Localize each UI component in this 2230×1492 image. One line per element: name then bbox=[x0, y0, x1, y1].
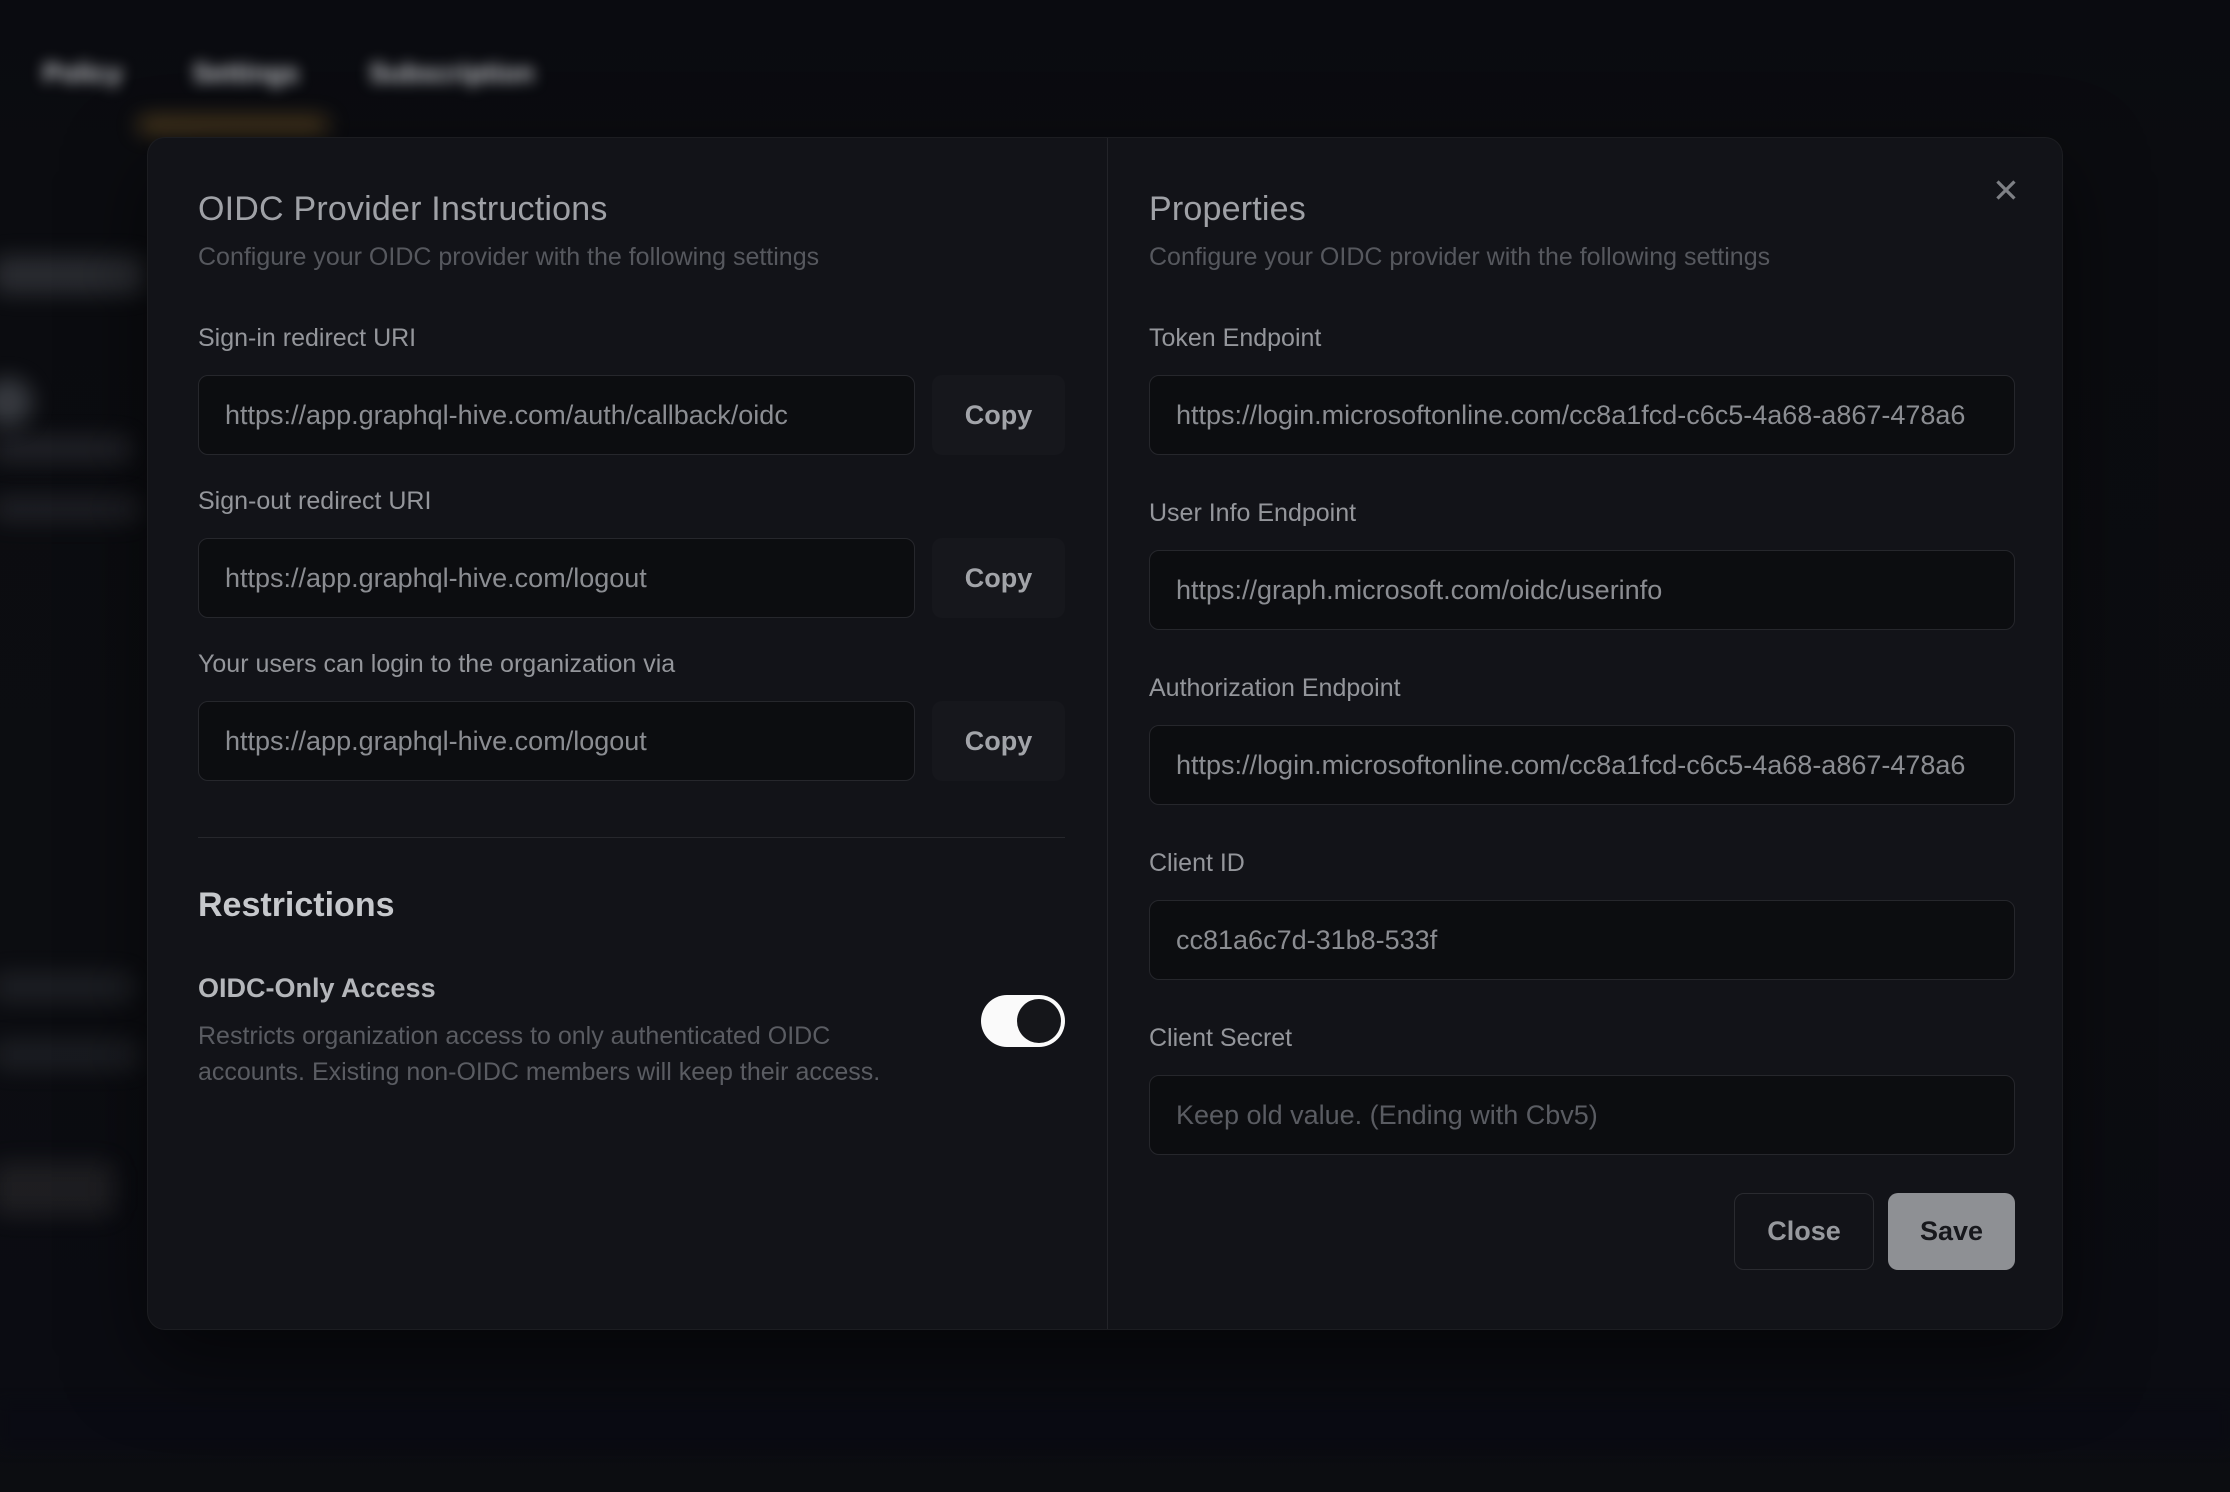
copy-sign-out-redirect-button[interactable]: Copy bbox=[932, 538, 1065, 618]
dialog-footer: Close Save bbox=[1149, 1193, 2015, 1270]
blurred-background-button bbox=[0, 1162, 116, 1216]
restrictions-title: Restrictions bbox=[198, 886, 1065, 925]
client-secret-label: Client Secret bbox=[1149, 1024, 2015, 1053]
token-endpoint-input[interactable] bbox=[1149, 375, 2015, 455]
properties-column: ✕ Properties Configure your OIDC provide… bbox=[1108, 138, 2062, 1329]
login-via-label: Your users can login to the organization… bbox=[198, 650, 1065, 679]
tab-policy[interactable]: Policy bbox=[43, 58, 123, 89]
client-id-input[interactable] bbox=[1149, 900, 2015, 980]
oidc-only-access-description: Restricts organization access to only au… bbox=[198, 1018, 898, 1091]
tab-subscription[interactable]: Subscription bbox=[369, 58, 534, 89]
blurred-background-band bbox=[0, 1402, 2230, 1448]
oidc-only-access-label: OIDC-Only Access bbox=[198, 973, 898, 1004]
close-icon[interactable]: ✕ bbox=[1984, 168, 2028, 212]
save-button[interactable]: Save bbox=[1888, 1193, 2015, 1270]
login-via-input[interactable] bbox=[198, 701, 915, 781]
copy-sign-in-redirect-button[interactable]: Copy bbox=[932, 375, 1065, 455]
user-info-endpoint-label: User Info Endpoint bbox=[1149, 499, 2015, 528]
copy-login-via-button[interactable]: Copy bbox=[932, 701, 1065, 781]
blurred-background-text bbox=[0, 436, 132, 462]
close-button[interactable]: Close bbox=[1734, 1193, 1874, 1270]
sign-in-redirect-input[interactable] bbox=[198, 375, 915, 455]
authorization-endpoint-input[interactable] bbox=[1149, 725, 2015, 805]
sign-out-redirect-input[interactable] bbox=[198, 538, 915, 618]
tab-settings[interactable]: Settings bbox=[193, 58, 300, 89]
blurred-background-text bbox=[0, 496, 140, 522]
blurred-background-text bbox=[0, 1040, 140, 1070]
instructions-column: OIDC Provider Instructions Configure you… bbox=[148, 138, 1107, 1329]
sign-in-redirect-label: Sign-in redirect URI bbox=[198, 324, 1065, 353]
active-tab-indicator bbox=[138, 118, 328, 132]
authorization-endpoint-label: Authorization Endpoint bbox=[1149, 674, 2015, 703]
client-id-label: Client ID bbox=[1149, 849, 2015, 878]
properties-subtitle: Configure your OIDC provider with the fo… bbox=[1149, 243, 2015, 272]
oidc-only-access-row: OIDC-Only Access Restricts organization … bbox=[198, 973, 1065, 1091]
client-secret-input[interactable] bbox=[1149, 1075, 2015, 1155]
blurred-background-text bbox=[0, 256, 144, 294]
oidc-settings-dialog: OIDC Provider Instructions Configure you… bbox=[147, 137, 2063, 1330]
properties-title: Properties bbox=[1149, 190, 2015, 229]
instructions-subtitle: Configure your OIDC provider with the fo… bbox=[198, 243, 1065, 272]
sign-out-redirect-label: Sign-out redirect URI bbox=[198, 487, 1065, 516]
restrictions-divider bbox=[198, 837, 1065, 838]
token-endpoint-label: Token Endpoint bbox=[1149, 324, 2015, 353]
background-tab-bar: Policy Settings Subscription bbox=[43, 58, 534, 89]
blurred-background-avatar bbox=[0, 378, 32, 426]
oidc-only-access-toggle[interactable] bbox=[981, 995, 1065, 1047]
user-info-endpoint-input[interactable] bbox=[1149, 550, 2015, 630]
blurred-background-text bbox=[0, 972, 134, 1002]
instructions-title: OIDC Provider Instructions bbox=[198, 190, 1065, 229]
toggle-knob bbox=[1017, 999, 1061, 1043]
